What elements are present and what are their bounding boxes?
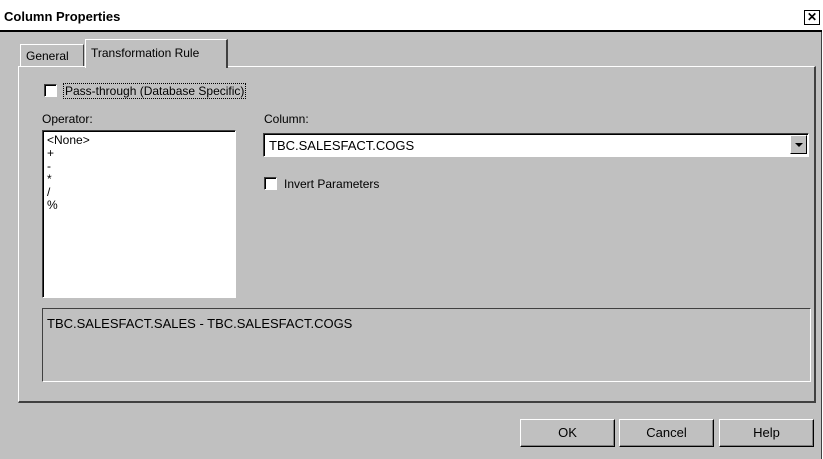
close-icon[interactable]: ✕: [804, 10, 820, 25]
tab-transformation-rule[interactable]: Transformation Rule: [85, 39, 228, 68]
list-item[interactable]: *: [47, 173, 231, 186]
ok-button[interactable]: OK: [520, 419, 615, 447]
invert-parameters-checkbox[interactable]: [264, 177, 277, 190]
list-item[interactable]: %: [47, 199, 231, 212]
column-select[interactable]: TBC.SALESFACT.COGS: [263, 133, 809, 157]
dialog-title: Column Properties: [4, 9, 121, 24]
column-label: Column:: [264, 112, 309, 126]
chevron-down-icon[interactable]: [790, 135, 807, 154]
list-item[interactable]: <None>: [47, 134, 231, 147]
invert-parameters-label[interactable]: Invert Parameters: [284, 177, 379, 191]
tab-general[interactable]: General: [20, 44, 84, 68]
column-select-value: TBC.SALESFACT.COGS: [269, 138, 415, 153]
help-button[interactable]: Help: [719, 419, 814, 447]
operator-list[interactable]: <None> + - * / %: [42, 130, 236, 298]
list-item[interactable]: /: [47, 186, 231, 199]
tab-general-label: General: [26, 49, 69, 63]
operator-label: Operator:: [42, 112, 93, 126]
expression-preview: TBC.SALESFACT.SALES - TBC.SALESFACT.COGS: [42, 308, 811, 382]
list-item[interactable]: +: [47, 147, 231, 160]
passthrough-label[interactable]: Pass-through (Database Specific): [63, 83, 247, 99]
list-item[interactable]: -: [47, 160, 231, 173]
tab-transformation-rule-label: Transformation Rule: [91, 46, 200, 60]
passthrough-checkbox[interactable]: [44, 84, 57, 97]
title-bar[interactable]: Column Properties ✕: [0, 0, 822, 32]
column-properties-dialog: Column Properties ✕ General Transformati…: [0, 0, 822, 459]
expression-text: TBC.SALESFACT.SALES - TBC.SALESFACT.COGS: [47, 316, 353, 331]
cancel-button[interactable]: Cancel: [619, 419, 714, 447]
